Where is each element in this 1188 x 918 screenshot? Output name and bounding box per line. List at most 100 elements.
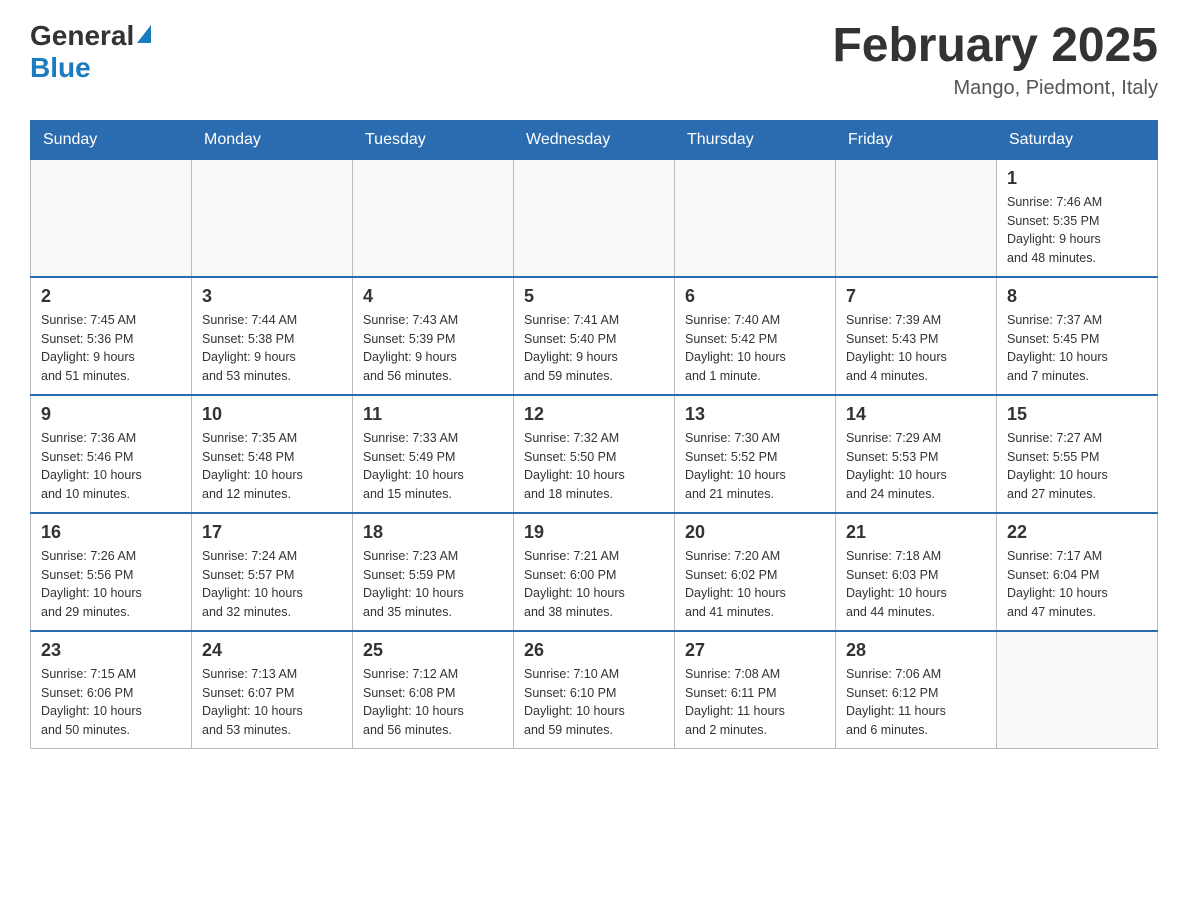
day-info: Sunrise: 7:39 AMSunset: 5:43 PMDaylight:… bbox=[846, 311, 986, 386]
month-title: February 2025 bbox=[832, 20, 1158, 73]
calendar-cell bbox=[675, 159, 836, 277]
logo-triangle-icon bbox=[137, 25, 151, 43]
day-info: Sunrise: 7:33 AMSunset: 5:49 PMDaylight:… bbox=[363, 429, 503, 504]
day-number: 6 bbox=[685, 286, 825, 307]
calendar-cell: 16 Sunrise: 7:26 AMSunset: 5:56 PMDayligh… bbox=[31, 513, 192, 631]
day-info: Sunrise: 7:17 AMSunset: 6:04 PMDaylight:… bbox=[1007, 547, 1147, 622]
calendar-cell: 15Sunrise: 7:27 AMSunset: 5:55 PMDayligh… bbox=[997, 395, 1158, 513]
weekday-header-sunday: Sunday bbox=[31, 120, 192, 159]
day-info: Sunrise: 7:46 AMSunset: 5:35 PMDaylight:… bbox=[1007, 193, 1147, 268]
weekday-header-tuesday: Tuesday bbox=[353, 120, 514, 159]
calendar-cell bbox=[997, 631, 1158, 749]
day-info: Sunrise: 7:24 AMSunset: 5:57 PMDaylight:… bbox=[202, 547, 342, 622]
logo: General Blue bbox=[30, 20, 151, 84]
day-info: Sunrise: 7:35 AMSunset: 5:48 PMDaylight:… bbox=[202, 429, 342, 504]
day-info: Sunrise: 7:37 AMSunset: 5:45 PMDaylight:… bbox=[1007, 311, 1147, 386]
day-number: 7 bbox=[846, 286, 986, 307]
calendar-cell: 13 Sunrise: 7:30 AMSunset: 5:52 PMDayligh… bbox=[675, 395, 836, 513]
day-info: Sunrise: 7:44 AMSunset: 5:38 PMDaylight:… bbox=[202, 311, 342, 386]
calendar-cell: 6 Sunrise: 7:40 AMSunset: 5:42 PMDaylight… bbox=[675, 277, 836, 395]
calendar-header-row: SundayMondayTuesdayWednesdayThursdayFrid… bbox=[31, 120, 1158, 159]
day-info: Sunrise: 7:13 AMSunset: 6:07 PMDaylight:… bbox=[202, 665, 342, 740]
calendar-cell: 22 Sunrise: 7:17 AMSunset: 6:04 PMDayligh… bbox=[997, 513, 1158, 631]
calendar-cell: 18Sunrise: 7:23 AMSunset: 5:59 PMDayligh… bbox=[353, 513, 514, 631]
day-info: Sunrise: 7:10 AMSunset: 6:10 PMDaylight:… bbox=[524, 665, 664, 740]
calendar-week-row: 23Sunrise: 7:15 AMSunset: 6:06 PMDayligh… bbox=[31, 631, 1158, 749]
day-number: 16 bbox=[41, 522, 181, 543]
day-number: 28 bbox=[846, 640, 986, 661]
calendar-cell: 3 Sunrise: 7:44 AMSunset: 5:38 PMDaylight… bbox=[192, 277, 353, 395]
calendar-cell: 27 Sunrise: 7:08 AMSunset: 6:11 PMDayligh… bbox=[675, 631, 836, 749]
calendar-cell bbox=[353, 159, 514, 277]
day-number: 9 bbox=[41, 404, 181, 425]
day-number: 5 bbox=[524, 286, 664, 307]
calendar-cell: 25 Sunrise: 7:12 AMSunset: 6:08 PMDayligh… bbox=[353, 631, 514, 749]
day-info: Sunrise: 7:08 AMSunset: 6:11 PMDaylight:… bbox=[685, 665, 825, 740]
day-info: Sunrise: 7:32 AMSunset: 5:50 PMDaylight:… bbox=[524, 429, 664, 504]
day-number: 21 bbox=[846, 522, 986, 543]
day-info: Sunrise: 7:12 AMSunset: 6:08 PMDaylight:… bbox=[363, 665, 503, 740]
day-number: 25 bbox=[363, 640, 503, 661]
calendar-week-row: 16 Sunrise: 7:26 AMSunset: 5:56 PMDayligh… bbox=[31, 513, 1158, 631]
weekday-header-friday: Friday bbox=[836, 120, 997, 159]
calendar-cell: 9Sunrise: 7:36 AMSunset: 5:46 PMDaylight… bbox=[31, 395, 192, 513]
day-info: Sunrise: 7:29 AMSunset: 5:53 PMDaylight:… bbox=[846, 429, 986, 504]
calendar-cell: 2Sunrise: 7:45 AMSunset: 5:36 PMDaylight… bbox=[31, 277, 192, 395]
calendar-cell: 20 Sunrise: 7:20 AMSunset: 6:02 PMDayligh… bbox=[675, 513, 836, 631]
logo-general-text: General bbox=[30, 20, 134, 52]
logo-blue-text: Blue bbox=[30, 52, 91, 83]
calendar-cell: 21 Sunrise: 7:18 AMSunset: 6:03 PMDayligh… bbox=[836, 513, 997, 631]
location-title: Mango, Piedmont, Italy bbox=[832, 77, 1158, 100]
calendar-table: SundayMondayTuesdayWednesdayThursdayFrid… bbox=[30, 120, 1158, 749]
day-info: Sunrise: 7:45 AMSunset: 5:36 PMDaylight:… bbox=[41, 311, 181, 386]
weekday-header-monday: Monday bbox=[192, 120, 353, 159]
weekday-header-wednesday: Wednesday bbox=[514, 120, 675, 159]
day-info: Sunrise: 7:15 AMSunset: 6:06 PMDaylight:… bbox=[41, 665, 181, 740]
calendar-week-row: 9Sunrise: 7:36 AMSunset: 5:46 PMDaylight… bbox=[31, 395, 1158, 513]
day-number: 14 bbox=[846, 404, 986, 425]
day-number: 8 bbox=[1007, 286, 1147, 307]
day-info: Sunrise: 7:40 AMSunset: 5:42 PMDaylight:… bbox=[685, 311, 825, 386]
calendar-cell: 24 Sunrise: 7:13 AMSunset: 6:07 PMDayligh… bbox=[192, 631, 353, 749]
calendar-cell: 4 Sunrise: 7:43 AMSunset: 5:39 PMDaylight… bbox=[353, 277, 514, 395]
calendar-cell: 11 Sunrise: 7:33 AMSunset: 5:49 PMDayligh… bbox=[353, 395, 514, 513]
calendar-cell: 14 Sunrise: 7:29 AMSunset: 5:53 PMDayligh… bbox=[836, 395, 997, 513]
day-number: 20 bbox=[685, 522, 825, 543]
day-number: 26 bbox=[524, 640, 664, 661]
day-info: Sunrise: 7:18 AMSunset: 6:03 PMDaylight:… bbox=[846, 547, 986, 622]
page-header: General Blue February 2025 Mango, Piedmo… bbox=[30, 20, 1158, 100]
calendar-cell: 1Sunrise: 7:46 AMSunset: 5:35 PMDaylight… bbox=[997, 159, 1158, 277]
calendar-cell: 8 Sunrise: 7:37 AMSunset: 5:45 PMDaylight… bbox=[997, 277, 1158, 395]
day-info: Sunrise: 7:26 AMSunset: 5:56 PMDaylight:… bbox=[41, 547, 181, 622]
calendar-cell: 17 Sunrise: 7:24 AMSunset: 5:57 PMDayligh… bbox=[192, 513, 353, 631]
day-number: 12 bbox=[524, 404, 664, 425]
day-info: Sunrise: 7:41 AMSunset: 5:40 PMDaylight:… bbox=[524, 311, 664, 386]
day-number: 15 bbox=[1007, 404, 1147, 425]
day-number: 4 bbox=[363, 286, 503, 307]
weekday-header-saturday: Saturday bbox=[997, 120, 1158, 159]
calendar-week-row: 2Sunrise: 7:45 AMSunset: 5:36 PMDaylight… bbox=[31, 277, 1158, 395]
day-number: 3 bbox=[202, 286, 342, 307]
calendar-cell bbox=[514, 159, 675, 277]
weekday-header-thursday: Thursday bbox=[675, 120, 836, 159]
day-number: 17 bbox=[202, 522, 342, 543]
day-info: Sunrise: 7:06 AMSunset: 6:12 PMDaylight:… bbox=[846, 665, 986, 740]
calendar-cell: 5 Sunrise: 7:41 AMSunset: 5:40 PMDaylight… bbox=[514, 277, 675, 395]
calendar-cell: 23Sunrise: 7:15 AMSunset: 6:06 PMDayligh… bbox=[31, 631, 192, 749]
day-info: Sunrise: 7:30 AMSunset: 5:52 PMDaylight:… bbox=[685, 429, 825, 504]
day-info: Sunrise: 7:20 AMSunset: 6:02 PMDaylight:… bbox=[685, 547, 825, 622]
calendar-cell: 7 Sunrise: 7:39 AMSunset: 5:43 PMDaylight… bbox=[836, 277, 997, 395]
day-number: 27 bbox=[685, 640, 825, 661]
calendar-week-row: 1Sunrise: 7:46 AMSunset: 5:35 PMDaylight… bbox=[31, 159, 1158, 277]
day-number: 11 bbox=[363, 404, 503, 425]
calendar-cell bbox=[836, 159, 997, 277]
calendar-cell: 10 Sunrise: 7:35 AMSunset: 5:48 PMDayligh… bbox=[192, 395, 353, 513]
day-number: 24 bbox=[202, 640, 342, 661]
day-info: Sunrise: 7:43 AMSunset: 5:39 PMDaylight:… bbox=[363, 311, 503, 386]
title-section: February 2025 Mango, Piedmont, Italy bbox=[832, 20, 1158, 100]
day-number: 18 bbox=[363, 522, 503, 543]
day-number: 10 bbox=[202, 404, 342, 425]
day-number: 22 bbox=[1007, 522, 1147, 543]
day-number: 13 bbox=[685, 404, 825, 425]
calendar-cell: 19Sunrise: 7:21 AMSunset: 6:00 PMDayligh… bbox=[514, 513, 675, 631]
